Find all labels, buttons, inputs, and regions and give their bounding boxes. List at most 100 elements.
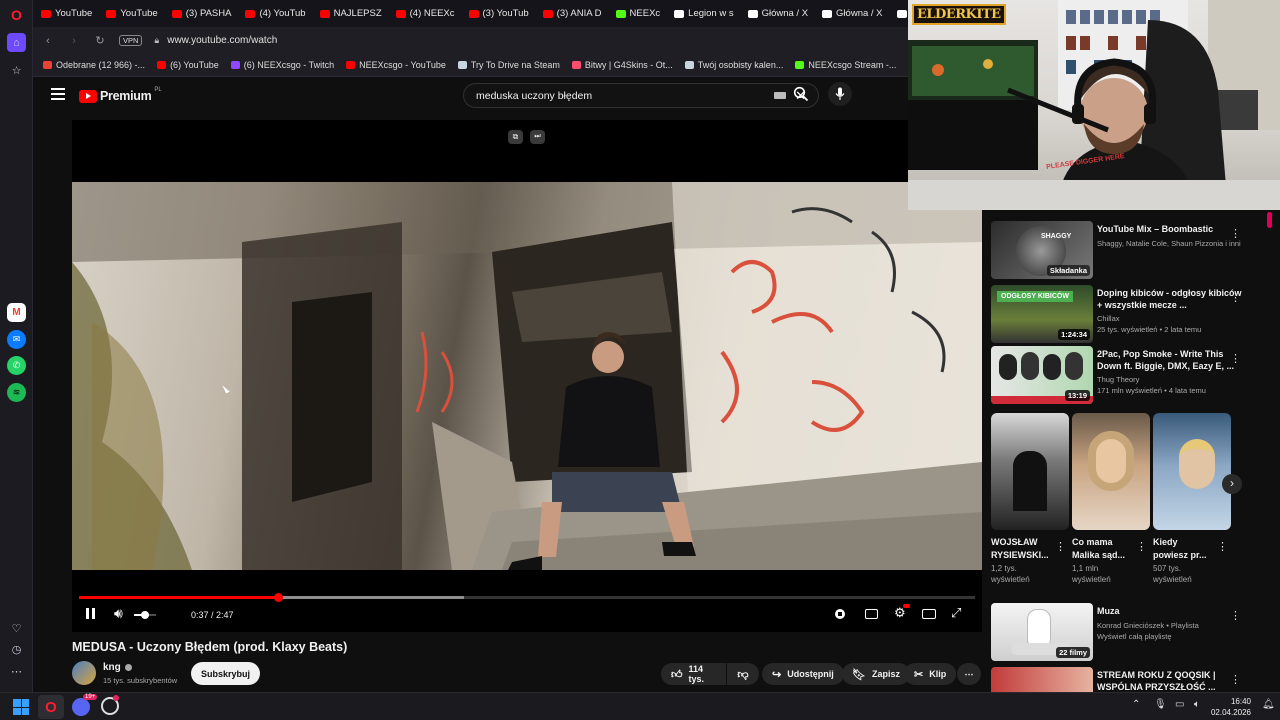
- short-item[interactable]: Co mama Malika sąd... 1,1 mln wyświetleń ⋮: [1072, 413, 1150, 585]
- menu-icon[interactable]: [51, 88, 65, 100]
- bookmark-item[interactable]: Twój osobisty kalen...: [684, 60, 783, 70]
- progress-bar[interactable]: [79, 593, 975, 602]
- more-vert-icon[interactable]: ⋮: [1055, 540, 1066, 553]
- recommendation-title[interactable]: 2Pac, Pop Smoke - Write This Down ft. Bi…: [1097, 348, 1247, 372]
- gmail-icon[interactable]: M: [7, 303, 26, 322]
- fullscreen-icon[interactable]: ⤢: [951, 605, 961, 621]
- forward-icon[interactable]: ›: [67, 35, 81, 47]
- more-actions-button[interactable]: ⋯: [957, 663, 981, 685]
- keyboard-icon[interactable]: [774, 92, 786, 99]
- recommendation-title[interactable]: STREAM ROKU Z QOQSIK | WSPÓLNA PRZYSZŁOŚ…: [1097, 669, 1247, 692]
- heart-icon[interactable]: ♡: [7, 619, 26, 638]
- save-button[interactable]: 🔖︎ Zapisz: [842, 663, 910, 685]
- recommendation-title[interactable]: YouTube Mix – Boombastic: [1097, 223, 1247, 235]
- browser-tab[interactable]: Główna / X: [740, 0, 814, 27]
- browser-tab[interactable]: Legion w s: [666, 0, 739, 27]
- notifications-icon[interactable]: 🔔︎: [1262, 699, 1275, 710]
- browser-tab[interactable]: YouTube: [98, 0, 163, 27]
- playlist-title[interactable]: Muza: [1097, 605, 1247, 617]
- subscribe-button[interactable]: Subskrybuj: [191, 662, 261, 685]
- playlist-link[interactable]: Wyświetl całą playlistę: [1097, 631, 1247, 642]
- shorts-next-icon[interactable]: ›: [1222, 474, 1242, 494]
- recommendation-thumbnail[interactable]: ODGŁOSY KIBICÓW 1:24:34: [991, 285, 1093, 343]
- browser-tab[interactable]: (4) YouTub: [237, 0, 311, 27]
- channel-name-row[interactable]: kng: [103, 662, 132, 673]
- more-vert-icon[interactable]: ⋮: [1230, 673, 1241, 686]
- vpn-badge[interactable]: VPN: [119, 35, 143, 46]
- opera-logo-icon[interactable]: O: [7, 5, 26, 24]
- short-thumbnail[interactable]: [1072, 413, 1150, 530]
- volume-icon[interactable]: 🔊︎: [114, 605, 123, 622]
- clip-button[interactable]: ✂ Klip: [904, 663, 957, 685]
- browser-tab[interactable]: (4) NEEXc: [388, 0, 461, 27]
- reload-icon[interactable]: ↻: [93, 34, 107, 47]
- history-icon[interactable]: ◷: [7, 640, 26, 659]
- short-item[interactable]: Kiedy powiesz pr... 507 tys. wyświetleń ⋮: [1153, 413, 1231, 585]
- browser-tab[interactable]: (3) PASHA: [164, 0, 238, 27]
- browser-tab[interactable]: NAJLEPSZ: [312, 0, 388, 27]
- more-vert-icon[interactable]: ⋮: [1230, 291, 1241, 304]
- video-player[interactable]: ⧉ ⏭ 🔊︎ 0:37 / 2:47 ⚙ ⤢: [72, 120, 982, 632]
- home-icon[interactable]: ⌂: [7, 33, 26, 52]
- short-title-line2[interactable]: Malika sąd...: [1072, 550, 1125, 560]
- star-icon[interactable]: ☆: [7, 61, 26, 80]
- recommendation-thumbnail[interactable]: [991, 667, 1093, 692]
- url-field[interactable]: www.youtube.com/watch: [167, 35, 277, 46]
- browser-tab[interactable]: Główna / X: [889, 0, 908, 27]
- short-title-line1[interactable]: Co mama: [1072, 537, 1113, 547]
- back-icon[interactable]: ‹: [41, 35, 55, 47]
- recommendation-item[interactable]: STREAM ROKU Z QOQSIK | WSPÓLNA PRZYSZŁOŚ…: [991, 667, 1269, 692]
- whatsapp-icon[interactable]: ✆: [7, 356, 26, 375]
- recommendation-thumbnail[interactable]: 13:19: [991, 346, 1093, 404]
- browser-tab[interactable]: YouTube: [33, 0, 98, 27]
- short-item[interactable]: WOJSŁAW RYSIEWSKI... 1,2 tys. wyświetleń ⋮: [991, 413, 1069, 585]
- video-frame[interactable]: [72, 182, 982, 570]
- playlist-thumbnail[interactable]: 22 filmy: [991, 603, 1093, 661]
- browser-tab[interactable]: Główna / X: [814, 0, 888, 27]
- clock[interactable]: 16:40 02.04.2026: [1209, 696, 1251, 718]
- more-vert-icon[interactable]: ⋮: [1217, 540, 1228, 553]
- tray-expand-icon[interactable]: ⌃: [1132, 699, 1140, 710]
- browser-tab[interactable]: (3) ANIA D: [535, 0, 608, 27]
- scrubber-handle[interactable]: [273, 593, 283, 602]
- volume-slider[interactable]: [134, 611, 156, 619]
- recommendation-item[interactable]: ODGŁOSY KIBICÓW 1:24:34 Doping kibiców -…: [991, 285, 1269, 343]
- miniplayer-icon[interactable]: ⧉: [508, 130, 523, 144]
- recommendation-thumbnail[interactable]: SHAGGY Składanka: [991, 221, 1093, 279]
- playlist-item[interactable]: 22 filmy Muza Konrad Gnieciószek • Playl…: [991, 603, 1269, 661]
- short-title-line2[interactable]: powiesz pr...: [1153, 550, 1207, 560]
- speaker-icon[interactable]: 🔈︎: [1194, 699, 1200, 710]
- taskbar-opera[interactable]: O: [38, 695, 64, 719]
- more-vert-icon[interactable]: ⋮: [1136, 540, 1147, 553]
- channel-name[interactable]: kng: [103, 662, 121, 673]
- bookmark-item[interactable]: NEEXcsgo - YouTube: [346, 60, 446, 70]
- pause-button[interactable]: [86, 608, 95, 619]
- short-thumbnail[interactable]: [1153, 413, 1231, 530]
- like-button[interactable]: 👍︎ 114 tys.: [661, 663, 726, 685]
- microphone-tray-icon[interactable]: 🎙︎: [1154, 699, 1167, 710]
- recommendation-item[interactable]: SHAGGY Składanka YouTube Mix – Boombasti…: [991, 221, 1269, 279]
- bookmark-item[interactable]: Bitwy | G4Skins - Ot...: [571, 60, 673, 70]
- bookmark-item[interactable]: Try To Drive na Steam: [457, 60, 560, 70]
- windows-start-icon[interactable]: [13, 699, 29, 715]
- browser-tab[interactable]: NEEXc: [608, 0, 667, 27]
- short-title-line1[interactable]: Kiedy: [1153, 537, 1178, 547]
- subtitles-icon[interactable]: [865, 609, 878, 619]
- skip-icon[interactable]: ⏭: [530, 130, 545, 144]
- theater-mode-icon[interactable]: [922, 609, 936, 619]
- spotify-icon[interactable]: ≋: [7, 383, 26, 402]
- autoplay-toggle[interactable]: [835, 609, 845, 619]
- recommendation-item[interactable]: 13:19 2Pac, Pop Smoke - Write This Down …: [991, 346, 1269, 404]
- more-vert-icon[interactable]: ⋮: [1230, 609, 1241, 622]
- recommendation-title[interactable]: Doping kibiców - odgłosy kibiców + wszys…: [1097, 287, 1247, 311]
- messenger-icon[interactable]: ✉: [7, 330, 26, 349]
- network-icon[interactable]: ▭: [1175, 699, 1184, 710]
- bookmark-item[interactable]: NEEXcsgo Stream -...: [795, 60, 896, 70]
- search-button[interactable]: [793, 86, 809, 107]
- discord-icon[interactable]: [72, 698, 90, 716]
- more-vert-icon[interactable]: ⋮: [1230, 227, 1241, 240]
- short-title-line2[interactable]: RYSIEWSKI...: [991, 550, 1049, 560]
- voice-search-button[interactable]: [828, 82, 852, 106]
- youtube-logo[interactable]: Premium PL: [79, 87, 162, 103]
- browser-tab[interactable]: (3) YouTub: [461, 0, 535, 27]
